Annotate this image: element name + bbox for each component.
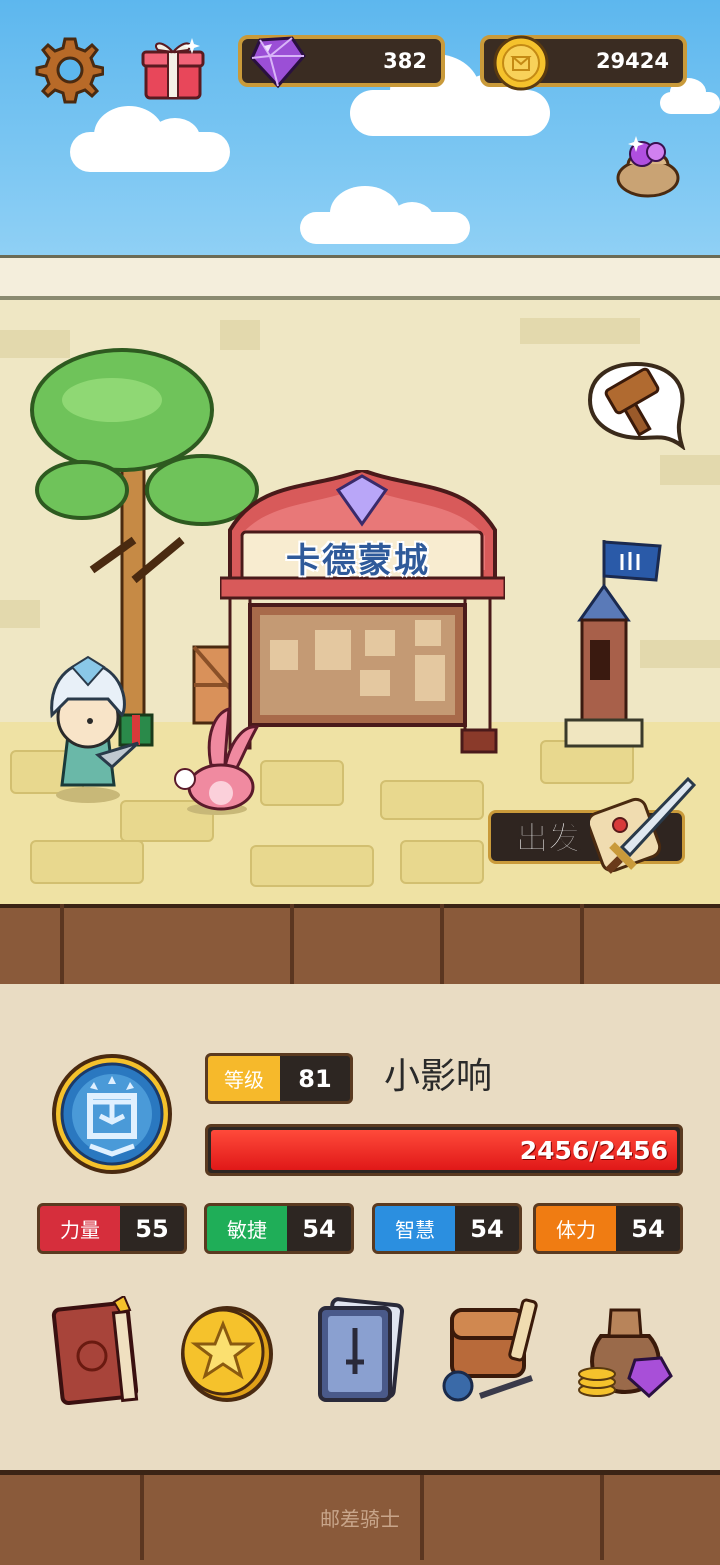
dirt-seam bbox=[440, 904, 444, 984]
dirt-seam bbox=[290, 904, 294, 984]
rank-medal-icon[interactable] bbox=[50, 1052, 174, 1176]
level-value: 81 bbox=[298, 1064, 332, 1093]
coin-count: 29424 bbox=[595, 49, 669, 73]
stat-value: 54 bbox=[302, 1214, 336, 1243]
stat-value: 54 bbox=[470, 1214, 504, 1243]
star-coin-icon[interactable] bbox=[175, 1296, 275, 1406]
stat-wisdom: 智慧 54 bbox=[372, 1203, 522, 1254]
stat-agility: 敏捷 54 bbox=[204, 1203, 354, 1254]
level-label: 等级 bbox=[208, 1056, 280, 1101]
treasure-bag-icon[interactable] bbox=[575, 1296, 675, 1406]
gift-icon[interactable] bbox=[140, 36, 206, 102]
paving-stone bbox=[250, 845, 374, 887]
cloud bbox=[70, 106, 230, 172]
book-icon[interactable] bbox=[48, 1296, 148, 1406]
card-deck-icon[interactable] bbox=[310, 1296, 410, 1406]
wall-top bbox=[0, 255, 720, 300]
gear-icon[interactable] bbox=[34, 35, 104, 105]
cloud bbox=[300, 186, 470, 244]
paving-stone bbox=[30, 840, 144, 884]
stat-label: 敏捷 bbox=[207, 1206, 287, 1251]
character-name: 小影响 bbox=[384, 1056, 493, 1097]
sword-scroll-icon bbox=[590, 776, 697, 874]
town-name-sign: 卡德蒙城 bbox=[286, 541, 430, 581]
paving-stone bbox=[260, 760, 344, 806]
gem-bag-icon[interactable] bbox=[612, 128, 684, 200]
dirt-strip bbox=[0, 904, 720, 993]
gem-icon bbox=[250, 36, 306, 89]
coin-icon bbox=[493, 35, 549, 91]
cloud bbox=[350, 54, 550, 136]
stat-value: 55 bbox=[135, 1214, 169, 1243]
wall-brick bbox=[660, 455, 720, 485]
flag-tower bbox=[564, 540, 662, 748]
gem-count: 382 bbox=[383, 49, 427, 73]
hp-text: 2456/2456 bbox=[519, 1135, 668, 1165]
dirt-seam bbox=[580, 904, 584, 984]
backpack-icon[interactable] bbox=[440, 1296, 540, 1406]
hammer-icon[interactable] bbox=[586, 360, 690, 450]
stat-value: 54 bbox=[631, 1214, 665, 1243]
stat-label: 智慧 bbox=[375, 1206, 455, 1251]
stat-label: 体力 bbox=[536, 1206, 616, 1251]
paving-stone bbox=[400, 840, 484, 884]
cloud bbox=[660, 78, 720, 114]
level-badge: 等级 81 bbox=[205, 1053, 353, 1104]
pink-rabbit bbox=[174, 706, 260, 815]
stat-strength: 力量 55 bbox=[37, 1203, 187, 1254]
app-name-label: 邮差骑士 bbox=[320, 1507, 400, 1531]
stat-label: 力量 bbox=[40, 1206, 120, 1251]
hp-bar: 2456/2456 bbox=[205, 1124, 683, 1176]
wall-brick bbox=[520, 318, 640, 344]
stat-stamina: 体力 54 bbox=[533, 1203, 683, 1254]
knight-character bbox=[50, 655, 154, 803]
paving-stone bbox=[380, 780, 484, 820]
dirt-seam bbox=[60, 904, 64, 984]
